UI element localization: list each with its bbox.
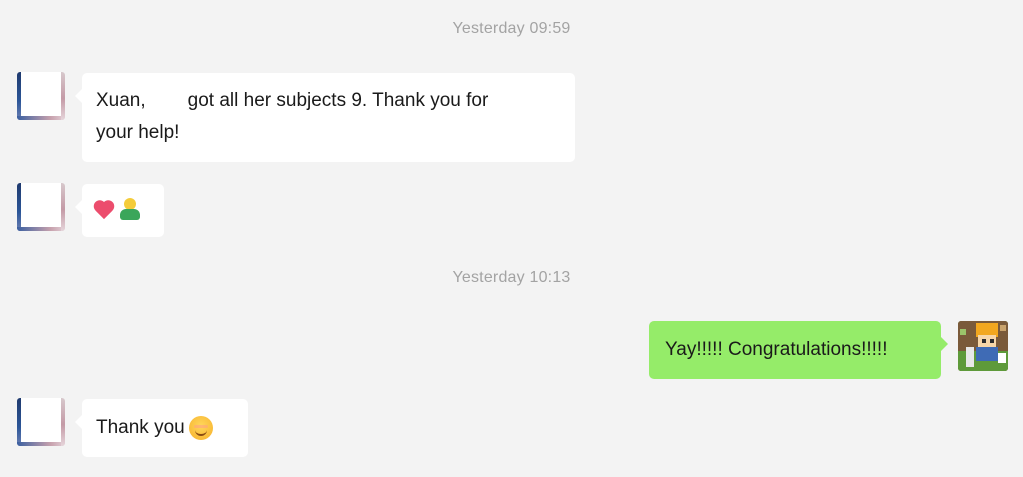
- hug-emoji-icon: [118, 197, 142, 222]
- heart-emoji-icon: [94, 199, 116, 221]
- message-bubble-incoming[interactable]: Thank you: [75, 399, 248, 457]
- chat-timestamp: Yesterday 09:59: [452, 20, 571, 37]
- contact-avatar[interactable]: [17, 398, 65, 446]
- message-text: got all her subjects 9. Thank you for: [187, 90, 489, 111]
- smile-emoji-icon: [188, 415, 213, 440]
- message-text: Yay!!!!! Congratulations!!!!!: [665, 339, 888, 360]
- contact-avatar[interactable]: [17, 72, 65, 120]
- message-bubble-incoming[interactable]: [75, 184, 164, 237]
- message-text: your help!: [96, 122, 180, 143]
- message-text: Thank you: [96, 417, 185, 438]
- chat-timestamp: Yesterday 10:13: [452, 269, 571, 286]
- pixel-art-avatar-icon: [958, 321, 1008, 371]
- contact-avatar[interactable]: [17, 183, 65, 231]
- message-bubble-outgoing[interactable]: Yay!!!!! Congratulations!!!!!: [649, 321, 948, 379]
- message-text: Xuan,: [96, 90, 146, 111]
- user-avatar[interactable]: [958, 321, 1008, 371]
- message-bubble-incoming[interactable]: Xuan, got all her subjects 9. Thank you f…: [75, 73, 575, 162]
